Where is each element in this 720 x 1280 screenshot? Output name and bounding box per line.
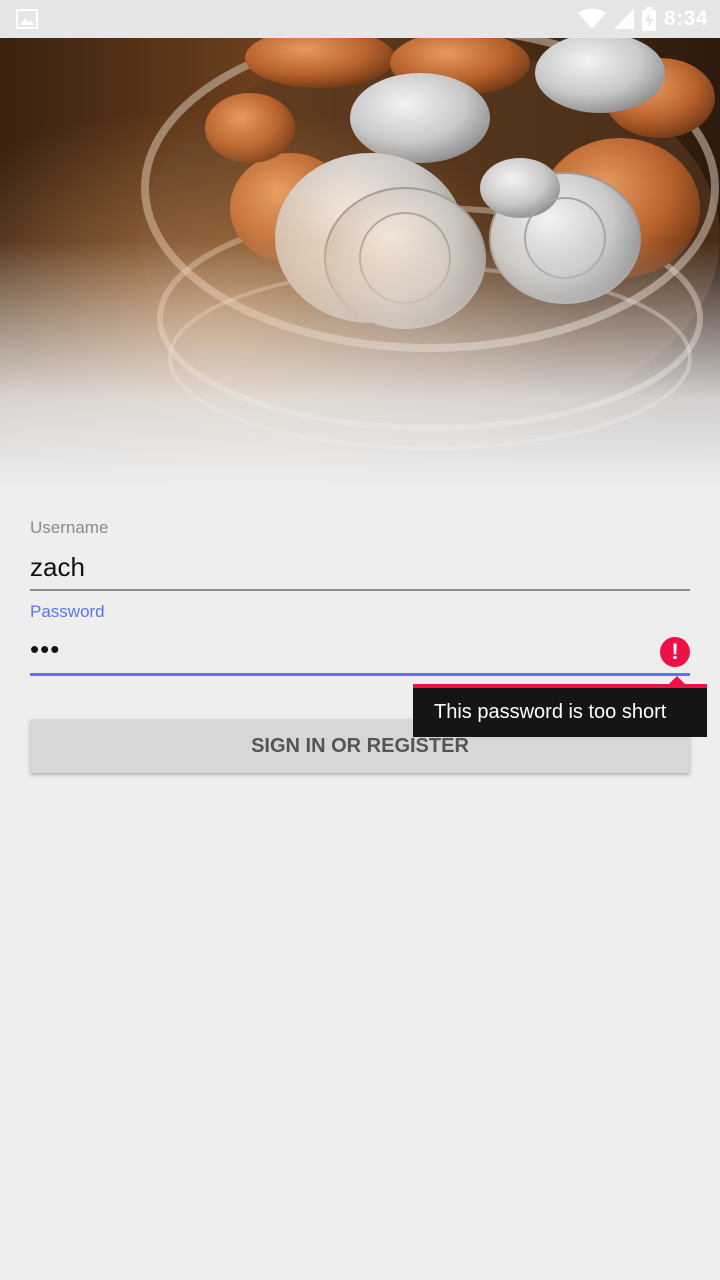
battery-charging-icon bbox=[641, 7, 656, 31]
wifi-icon bbox=[577, 8, 606, 29]
error-tooltip: This password is too short bbox=[413, 684, 707, 737]
status-bar: 8:34 bbox=[0, 0, 720, 38]
password-label: Password bbox=[30, 602, 105, 621]
password-underline bbox=[30, 673, 690, 676]
hero-coin-jar-image bbox=[0, 38, 720, 488]
status-time: 8:34 bbox=[663, 7, 708, 30]
cell-signal-icon bbox=[613, 9, 634, 29]
status-icons: 8:34 bbox=[577, 0, 708, 38]
username-label: Username bbox=[30, 518, 109, 537]
image-notification-icon bbox=[16, 9, 38, 29]
username-underline bbox=[30, 589, 690, 591]
username-input[interactable]: zach bbox=[30, 552, 85, 583]
password-input[interactable]: ••• bbox=[30, 634, 60, 665]
error-icon: ! bbox=[660, 637, 690, 667]
